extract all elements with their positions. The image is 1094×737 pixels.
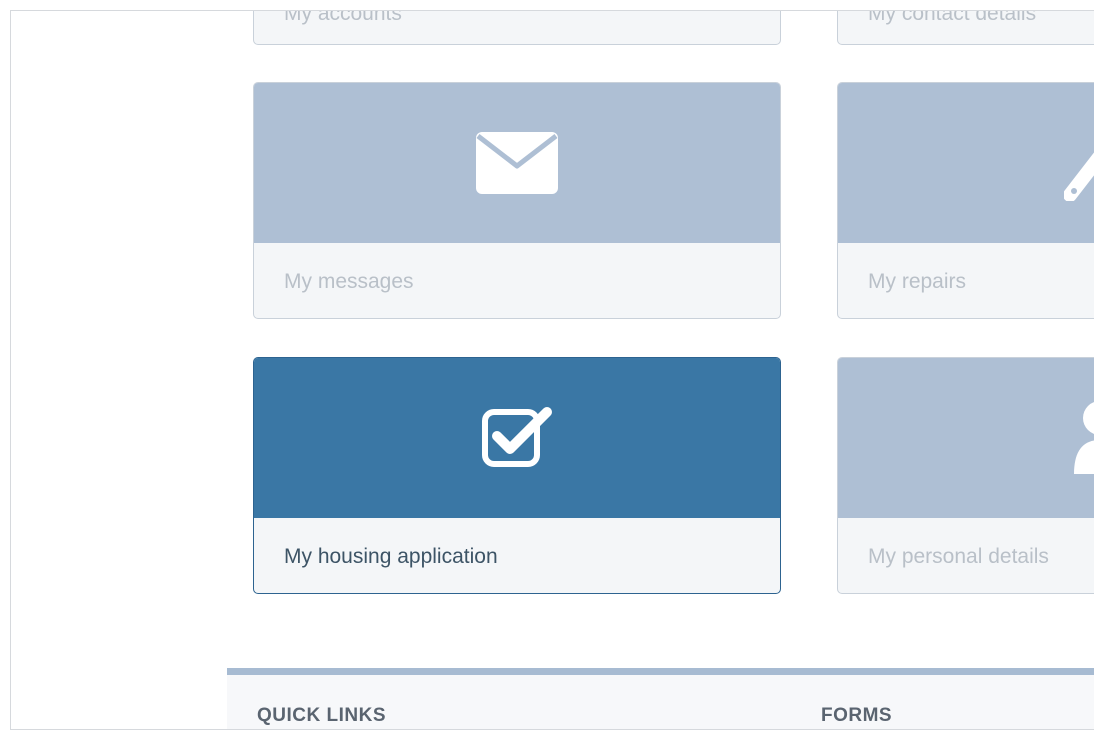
tile-my-repairs[interactable]: My repairs	[837, 82, 1094, 319]
quick-links-panel: QUICK LINKS FORMS	[227, 668, 1094, 729]
tile-label: My personal details	[868, 545, 1049, 568]
tile-my-housing-application[interactable]: My housing application	[253, 357, 781, 594]
tile-header	[838, 83, 1094, 243]
tile-header	[838, 358, 1094, 518]
tile-my-personal-details[interactable]: My personal details	[837, 357, 1094, 594]
tile-label: My housing application	[284, 545, 498, 568]
wrench-icon	[1064, 131, 1094, 201]
tile-my-messages[interactable]: My messages	[253, 82, 781, 319]
forms-heading: FORMS	[821, 705, 893, 726]
tile-label: My repairs	[868, 270, 967, 293]
tile-label: My contact details	[868, 10, 1037, 25]
envelope-icon	[476, 132, 558, 194]
tile-my-contact-details[interactable]: My contact details	[837, 10, 1094, 45]
quick-links-heading: QUICK LINKS	[257, 705, 386, 726]
tile-my-accounts[interactable]: My accounts	[253, 10, 781, 45]
tile-header	[254, 358, 780, 518]
tile-header	[254, 83, 780, 243]
user-icon	[1070, 398, 1094, 474]
tile-label: My accounts	[284, 10, 402, 25]
tile-label: My messages	[284, 270, 414, 293]
checkbox-icon	[481, 406, 553, 470]
page-frame: My accounts My contact details My messag…	[10, 10, 1094, 730]
